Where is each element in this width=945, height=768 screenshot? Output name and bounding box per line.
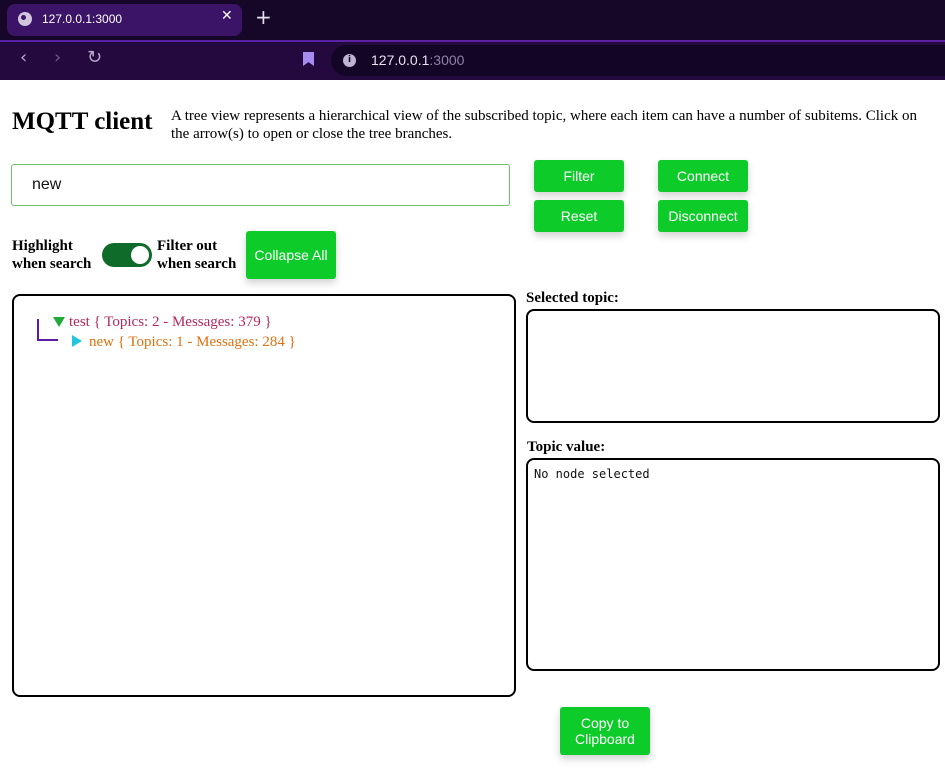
url-host: 127.0.0.1: [371, 52, 430, 68]
globe-icon: [18, 12, 32, 26]
tab-divider: [0, 40, 945, 42]
url-text: 127.0.0.1:3000: [371, 52, 464, 68]
topic-value-label: Topic value:: [527, 439, 606, 455]
page-title: MQTT client: [12, 108, 153, 135]
page-content: MQTT client A tree view represents a hie…: [0, 80, 945, 768]
selected-topic-box: [526, 309, 940, 423]
browser-chrome: 127.0.0.1:3000 ✕ + ‹ › ↻ i 127.0.0.1:300…: [0, 0, 945, 80]
plus-icon[interactable]: +: [255, 7, 272, 27]
search-input[interactable]: [11, 164, 510, 206]
topic-tree: test { Topics: 2 - Messages: 379 } new {…: [12, 294, 516, 697]
reset-button[interactable]: Reset: [534, 200, 624, 232]
page-description: A tree view represents a hierarchical vi…: [171, 108, 917, 142]
tree-node-test[interactable]: test { Topics: 2 - Messages: 379 }: [69, 313, 272, 331]
url-port: :3000: [429, 52, 465, 68]
filter-button[interactable]: Filter: [534, 160, 624, 192]
address-bar[interactable]: i 127.0.0.1:3000: [331, 45, 945, 76]
caret-down-icon[interactable]: [53, 317, 65, 327]
filter-out-label: Filter out when search: [157, 238, 237, 272]
info-icon[interactable]: i: [343, 54, 356, 67]
topic-value-text: No node selected: [534, 467, 650, 481]
disconnect-button[interactable]: Disconnect: [658, 200, 748, 232]
tab-strip: 127.0.0.1:3000 ✕ +: [0, 0, 945, 40]
forward-arrow-icon[interactable]: ›: [54, 49, 61, 67]
toggle-knob: [131, 246, 149, 264]
tab-title: 127.0.0.1:3000: [42, 12, 123, 26]
tree-node-new[interactable]: new { Topics: 1 - Messages: 284 }: [89, 333, 296, 351]
copy-to-clipboard-button[interactable]: Copy to Clipboard: [560, 707, 650, 755]
bookmark-icon[interactable]: [303, 52, 314, 66]
caret-right-icon[interactable]: [72, 335, 82, 347]
connect-button[interactable]: Connect: [658, 160, 748, 192]
browser-tab[interactable]: 127.0.0.1:3000 ✕: [7, 4, 242, 36]
collapse-all-button[interactable]: Collapse All: [246, 231, 336, 279]
close-icon[interactable]: ✕: [221, 9, 233, 23]
selected-topic-label: Selected topic:: [526, 290, 619, 306]
search-mode-toggle[interactable]: [102, 243, 152, 267]
highlight-label: Highlight when search: [12, 238, 92, 272]
reload-icon[interactable]: ↻: [87, 49, 102, 67]
back-arrow-icon[interactable]: ‹: [20, 49, 27, 67]
topic-value-box: No node selected: [526, 458, 940, 671]
